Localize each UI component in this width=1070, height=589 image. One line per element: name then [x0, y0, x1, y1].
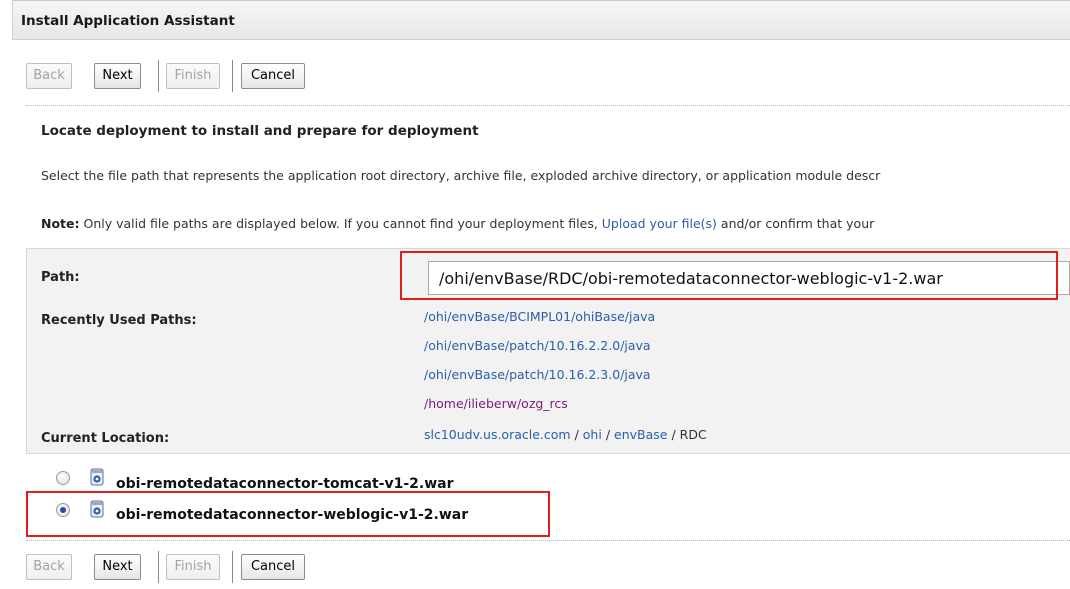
- divider: [26, 540, 1070, 541]
- breadcrumb-separator: /: [605, 427, 611, 442]
- archive-file-icon: [90, 468, 104, 486]
- current-location-label: Current Location:: [41, 431, 170, 446]
- breadcrumb-separator: /: [574, 427, 579, 442]
- path-highlight-box: [400, 251, 1058, 300]
- note-text-before: Only valid file paths are displayed belo…: [79, 216, 602, 231]
- window-title-bar: Install Application Assistant: [12, 0, 1070, 40]
- file-radio-tomcat[interactable]: [56, 471, 70, 485]
- recent-path-link[interactable]: /ohi/envBase/patch/10.16.2.3.0/java: [424, 367, 651, 382]
- file-name-tomcat[interactable]: obi-remotedataconnector-tomcat-v1-2.war: [116, 476, 454, 492]
- path-label: Path:: [41, 270, 80, 285]
- cancel-button[interactable]: Cancel: [241, 554, 305, 580]
- toolbar-separator: [232, 551, 233, 583]
- recent-paths-label: Recently Used Paths:: [41, 313, 197, 328]
- page-description: Select the file path that represents the…: [41, 168, 881, 183]
- recent-path-link[interactable]: /ohi/envBase/patch/10.16.2.2.0/java: [424, 338, 651, 353]
- toolbar-separator: [158, 551, 159, 583]
- breadcrumb-ohi-link[interactable]: ohi: [583, 427, 602, 442]
- finish-button[interactable]: Finish: [166, 554, 220, 580]
- back-button[interactable]: Back: [26, 554, 72, 580]
- note-label: Note:: [41, 216, 80, 231]
- toolbar-separator: [158, 60, 159, 92]
- page-heading: Locate deployment to install and prepare…: [41, 123, 479, 139]
- current-location-breadcrumb: slc10udv.us.oracle.com / ohi / envBase /…: [424, 427, 707, 442]
- note-text: Note: Only valid file paths are displaye…: [41, 216, 874, 231]
- divider: [26, 105, 1070, 106]
- breadcrumb-envbase-link[interactable]: envBase: [614, 427, 667, 442]
- breadcrumb-separator: /: [671, 427, 676, 442]
- note-text-after: and/or confirm that your: [716, 216, 875, 231]
- next-button[interactable]: Next: [94, 554, 141, 580]
- toolbar-separator: [232, 60, 233, 92]
- breadcrumb-current: RDC: [679, 427, 707, 442]
- breadcrumb-host-link[interactable]: slc10udv.us.oracle.com: [424, 427, 571, 442]
- recent-path-link[interactable]: /ohi/envBase/BCIMPL01/ohiBase/java: [424, 309, 655, 324]
- recent-path-link[interactable]: /home/ilieberw/ozg_rcs: [424, 396, 568, 411]
- selected-file-highlight-box: [26, 491, 550, 537]
- next-button[interactable]: Next: [94, 63, 141, 89]
- upload-files-link[interactable]: Upload your file(s): [602, 216, 717, 231]
- back-button[interactable]: Back: [26, 63, 72, 89]
- cancel-button[interactable]: Cancel: [241, 63, 305, 89]
- window-title: Install Application Assistant: [21, 13, 235, 29]
- finish-button[interactable]: Finish: [166, 63, 220, 89]
